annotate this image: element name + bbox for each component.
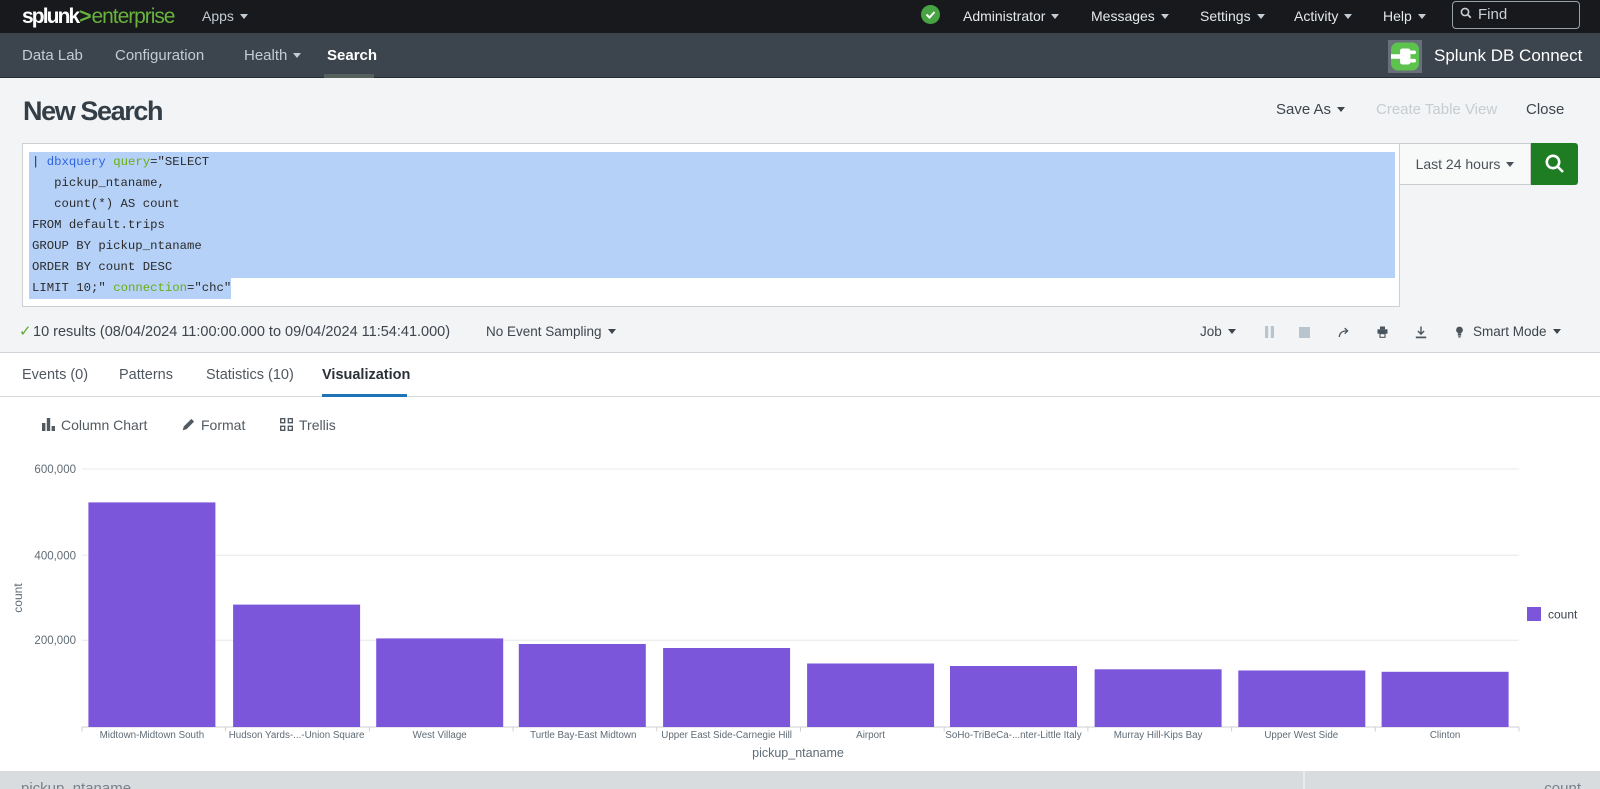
svg-text:Murray Hill-Kips Bay: Murray Hill-Kips Bay [1114,730,1203,741]
svg-text:SoHo-TriBeCa-...nter-Little It: SoHo-TriBeCa-...nter-Little Italy [945,730,1081,741]
svg-text:600,000: 600,000 [34,464,76,476]
svg-text:400,000: 400,000 [34,550,76,562]
svg-text:count: count [11,583,25,613]
svg-text:200,000: 200,000 [34,635,76,647]
svg-text:pickup_ntaname: pickup_ntaname [752,746,844,760]
svg-text:count: count [1548,608,1578,622]
svg-text:Upper West Side: Upper West Side [1264,730,1338,741]
svg-text:Turtle Bay-East Midtown: Turtle Bay-East Midtown [530,730,636,741]
svg-text:Hudson Yards-...-Union Square: Hudson Yards-...-Union Square [229,730,365,741]
svg-text:West Village: West Village [413,730,468,741]
svg-text:Midtown-Midtown South: Midtown-Midtown South [100,730,205,741]
svg-text:Clinton: Clinton [1430,730,1461,741]
svg-text:Upper East Side-Carnegie Hill: Upper East Side-Carnegie Hill [661,730,792,741]
svg-text:Airport: Airport [856,730,885,741]
